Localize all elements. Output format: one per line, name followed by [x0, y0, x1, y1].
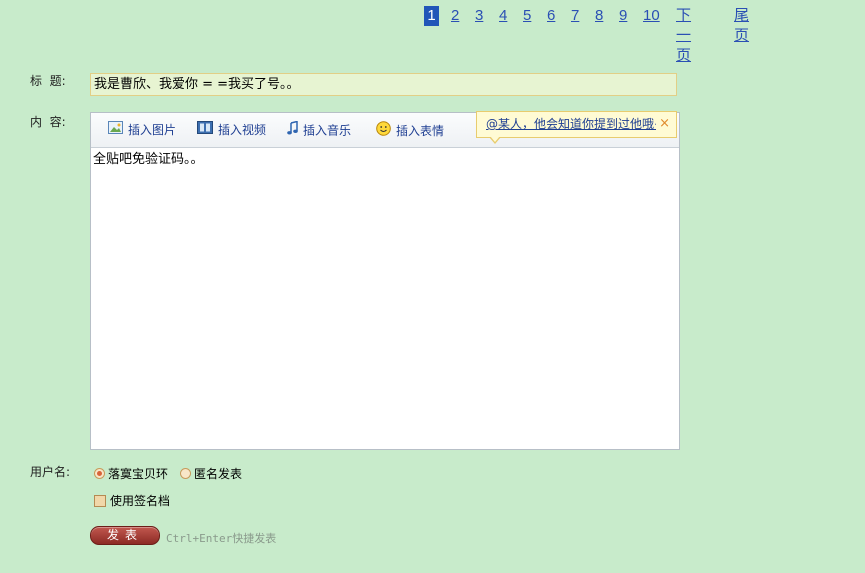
page-link-7[interactable]: 7 — [571, 6, 579, 26]
insert-image-button[interactable]: 插入图片 — [108, 121, 177, 138]
anonymous-option-label: 匿名发表 — [194, 467, 243, 481]
next-page-link[interactable]: 下一页 — [676, 6, 691, 64]
insert-video-label: 插入视频 — [218, 123, 267, 137]
radio-unselected-icon[interactable] — [180, 468, 191, 479]
tooltip-arrow — [489, 136, 501, 144]
shortcut-hint: Ctrl+Enter快捷发表 — [166, 532, 277, 545]
page-link-2[interactable]: 2 — [451, 6, 459, 26]
insert-music-label: 插入音乐 — [303, 123, 352, 138]
last-page-link[interactable]: 尾页 — [734, 6, 749, 44]
image-icon — [108, 121, 123, 138]
radio-anonymous-option[interactable]: 匿名发表 — [180, 466, 242, 482]
insert-music-button[interactable]: 插入音乐 — [287, 120, 352, 139]
username-label: 用户名: — [30, 465, 71, 479]
page-link-6[interactable]: 6 — [547, 6, 555, 26]
content-label: 内 容: — [30, 115, 66, 129]
page-link-4[interactable]: 4 — [499, 6, 507, 26]
page-link-10[interactable]: 10 — [643, 6, 660, 26]
video-icon — [197, 121, 213, 138]
page-link-5[interactable]: 5 — [523, 6, 531, 26]
mention-tooltip-text[interactable]: @某人，他会知道你提到过他哦~ — [486, 116, 656, 132]
username-option-label: 落寞宝贝环 — [108, 467, 169, 481]
content-editor: 插入图片 插入视频 插入音乐 插入表情 全贴吧免验证码。。 — [90, 112, 680, 450]
signature-label: 使用签名档 — [110, 494, 171, 508]
signature-checkbox[interactable] — [94, 494, 106, 507]
insert-image-label: 插入图片 — [128, 123, 177, 137]
smiley-icon — [376, 121, 391, 140]
page-1-current: 1 — [424, 6, 439, 26]
radio-username-option[interactable]: 落寞宝贝环 — [94, 466, 168, 482]
insert-emoji-label: 插入表情 — [396, 124, 445, 138]
page-link-8[interactable]: 8 — [595, 6, 603, 26]
content-textarea[interactable]: 全贴吧免验证码。。 — [91, 148, 679, 449]
radio-selected-icon[interactable] — [94, 468, 105, 479]
insert-video-button[interactable]: 插入视频 — [197, 121, 267, 138]
music-note-icon — [287, 120, 298, 139]
insert-emoji-button[interactable]: 插入表情 — [376, 121, 445, 140]
page-link-3[interactable]: 3 — [475, 6, 483, 26]
title-label: 标 题: — [30, 74, 66, 88]
page-link-9[interactable]: 9 — [619, 6, 627, 26]
close-icon[interactable]: × — [659, 117, 670, 131]
submit-button[interactable]: 发表 — [90, 526, 160, 545]
mention-tooltip: @某人，他会知道你提到过他哦~ × — [476, 111, 677, 144]
signature-checkbox-row[interactable]: 使用签名档 — [94, 493, 170, 509]
title-input[interactable]: 我是曹欣、我爱你 = =我买了号。。 — [90, 73, 677, 96]
